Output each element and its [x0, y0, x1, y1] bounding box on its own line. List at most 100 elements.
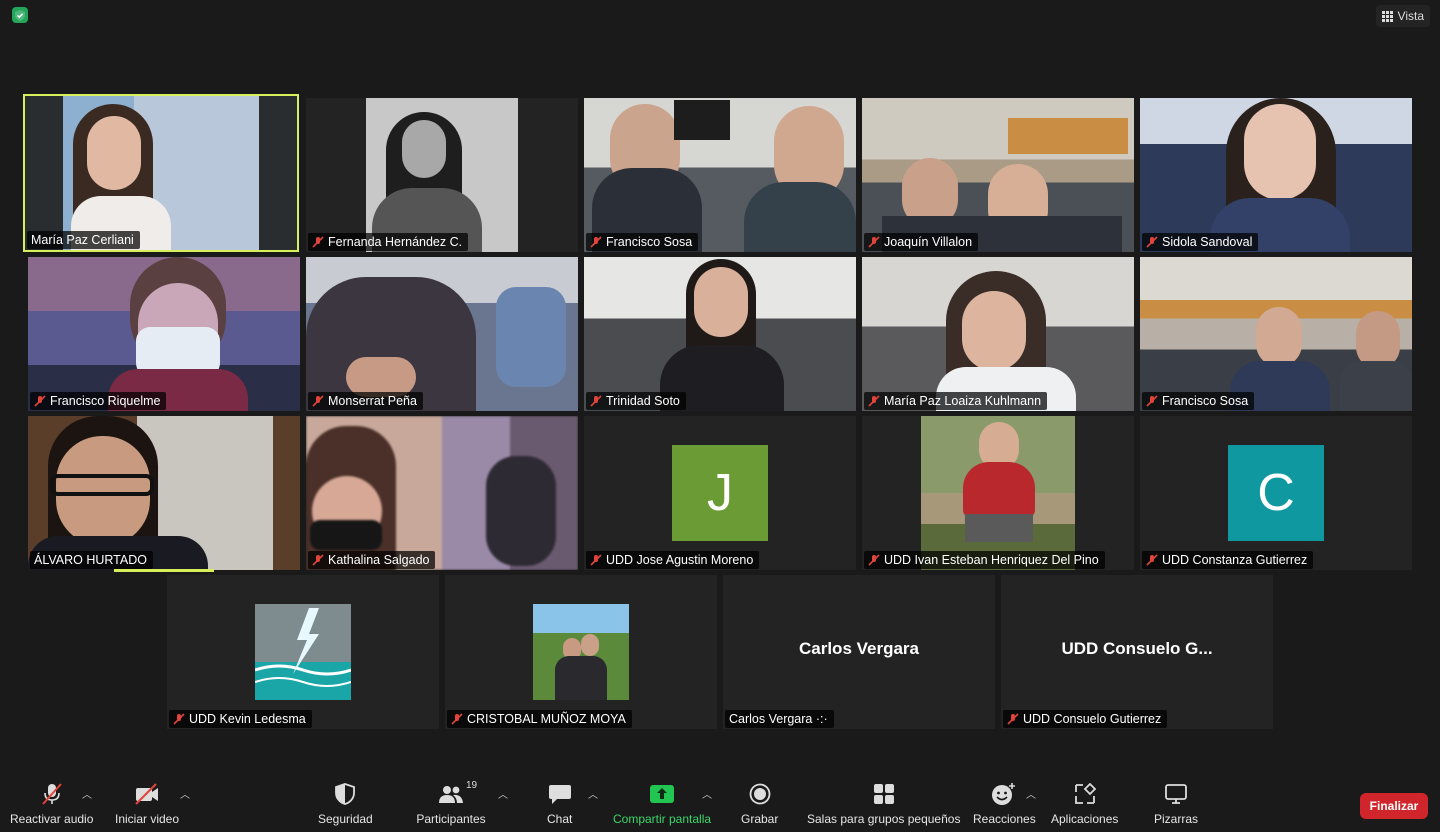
participant-nameplate: Trinidad Soto [586, 392, 686, 410]
muted-mic-icon [868, 236, 880, 248]
reactions-options-caret-icon[interactable]: ︿ [1026, 786, 1036, 801]
apps-icon [1074, 782, 1096, 806]
participant-video [1140, 257, 1412, 411]
video-tile[interactable]: Monserrat Peña [306, 257, 578, 411]
video-options-caret-icon[interactable]: ︿ [180, 786, 190, 801]
chat-options-caret-icon[interactable]: ︿ [588, 786, 598, 801]
record-button[interactable]: Grabar [741, 782, 778, 826]
meeting-toolbar: Reactivar audio ︿ Iniciar video ︿ Seguri… [0, 772, 1440, 832]
participant-video [862, 257, 1134, 411]
participant-video [25, 96, 297, 250]
participant-nameplate: Joaquín Villalon [864, 233, 979, 251]
video-tile[interactable]: Francisco Sosa [584, 98, 856, 252]
profile-photo [921, 416, 1075, 570]
audio-options-caret-icon[interactable]: ︿ [82, 786, 92, 801]
start-video-button[interactable]: Iniciar video [115, 782, 179, 826]
view-button[interactable]: Vista [1375, 5, 1430, 27]
security-button[interactable]: Seguridad [318, 782, 373, 826]
participants-button[interactable]: 19 Participantes [416, 780, 486, 826]
participant-name: Fernanda Hernández C. [328, 235, 463, 249]
start-video-label: Iniciar video [115, 812, 180, 826]
participant-video [28, 416, 300, 570]
participant-display-name: UDD Consuelo G... [1061, 639, 1213, 658]
participant-nameplate: Fernanda Hernández C. [308, 233, 469, 251]
muted-mic-icon [451, 713, 463, 725]
participant-video [28, 257, 300, 411]
video-tile[interactable]: ÁLVARO HURTADO [28, 416, 300, 570]
participant-name: CRISTOBAL MUÑOZ MOYA [467, 712, 626, 726]
share-options-caret-icon[interactable]: ︿ [702, 786, 712, 801]
reactions-label: Reacciones [973, 812, 1036, 826]
unmute-audio-button[interactable]: Reactivar audio [10, 782, 93, 826]
participant-name: ÁLVARO HURTADO [34, 553, 147, 567]
top-bar: Vista [0, 0, 1440, 32]
name-tile[interactable]: UDD Consuelo G... UDD Consuelo Gutierrez [1001, 575, 1273, 729]
participant-nameplate: Kathalina Salgado [308, 551, 436, 569]
participant-video [306, 98, 578, 252]
participant-name: Sidola Sandoval [1162, 235, 1253, 249]
grid-view-icon [1381, 10, 1393, 22]
participant-name: UDD Consuelo Gutierrez [1023, 712, 1162, 726]
breakout-rooms-button[interactable]: Salas para grupos pequeños [807, 782, 960, 826]
participant-video [1140, 98, 1412, 252]
video-tile[interactable]: Joaquín Villalon [862, 98, 1134, 252]
participant-nameplate: María Paz Loaiza Kuhlmann [864, 392, 1048, 410]
whiteboards-label: Pizarras [1154, 812, 1199, 826]
participant-name: María Paz Cerliani [31, 233, 134, 247]
security-shield-icon[interactable] [12, 7, 28, 23]
participant-nameplate: Francisco Riquelme [30, 392, 167, 410]
video-tile[interactable]: Fernanda Hernández C. [306, 98, 578, 252]
video-tile[interactable]: Kathalina Salgado [306, 416, 578, 570]
whiteboards-button[interactable]: Pizarras [1154, 782, 1198, 826]
participant-name: Francisco Sosa [606, 235, 693, 249]
profile-photo [533, 604, 629, 700]
participant-video [306, 257, 578, 411]
video-tile[interactable]: Sidola Sandoval [1140, 98, 1412, 252]
video-tile[interactable]: María Paz Loaiza Kuhlmann [862, 257, 1134, 411]
muted-mic-icon [1146, 554, 1158, 566]
muted-mic-icon [312, 395, 324, 407]
muted-mic-icon [312, 554, 324, 566]
record-label: Grabar [741, 812, 779, 826]
participant-name: Joaquín Villalon [884, 235, 973, 249]
end-meeting-button[interactable]: Finalizar [1360, 793, 1428, 819]
avatar-tile[interactable]: UDD Ivan Esteban Henriquez Del Pino [862, 416, 1134, 570]
name-tile[interactable]: Carlos Vergara Carlos Vergara ·:· [723, 575, 995, 729]
participant-video [306, 416, 578, 570]
avatar-tile[interactable]: CRISTOBAL MUÑOZ MOYA [445, 575, 717, 729]
share-screen-button[interactable]: Compartir pantalla [613, 782, 711, 826]
muted-mic-icon [1146, 236, 1158, 248]
participant-name: Monserrat Peña [328, 394, 417, 408]
participants-options-caret-icon[interactable]: ︿ [498, 786, 508, 801]
avatar-tile[interactable]: J UDD Jose Agustin Moreno [584, 416, 856, 570]
camera-off-icon [134, 782, 160, 806]
avatar-tile[interactable]: UDD Kevin Ledesma [167, 575, 439, 729]
participant-nameplate: Monserrat Peña [308, 392, 423, 410]
avatar: J [672, 445, 768, 541]
muted-mic-icon [590, 236, 602, 248]
avatar-initial: C [1257, 464, 1295, 522]
apps-label: Aplicaciones [1051, 812, 1119, 826]
participant-name: UDD Jose Agustin Moreno [606, 553, 754, 567]
participants-icon: 19 [416, 780, 486, 806]
avatar-tile[interactable]: C UDD Constanza Gutierrez [1140, 416, 1412, 570]
muted-mic-icon [868, 395, 880, 407]
muted-mic-icon [1007, 713, 1019, 725]
whiteboard-icon [1164, 782, 1188, 806]
video-tile[interactable]: Francisco Riquelme [28, 257, 300, 411]
chat-button[interactable]: Chat [547, 782, 572, 826]
storm-avatar-image [255, 604, 351, 700]
video-tile[interactable]: Trinidad Soto [584, 257, 856, 411]
emoji-plus-icon [991, 782, 1017, 806]
participant-nameplate: Francisco Sosa [586, 233, 699, 251]
muted-mic-icon [868, 554, 880, 566]
active-speaker-indicator [114, 569, 214, 572]
video-tile[interactable]: Francisco Sosa [1140, 257, 1412, 411]
apps-button[interactable]: Aplicaciones [1051, 782, 1118, 826]
share-screen-icon [649, 782, 675, 806]
video-tile[interactable]: María Paz Cerliani [23, 94, 299, 252]
participant-name: Carlos Vergara ·:· [729, 712, 828, 726]
participant-video [862, 98, 1134, 252]
participant-nameplate: Carlos Vergara ·:· [725, 710, 834, 728]
participant-nameplate: UDD Jose Agustin Moreno [586, 551, 760, 569]
